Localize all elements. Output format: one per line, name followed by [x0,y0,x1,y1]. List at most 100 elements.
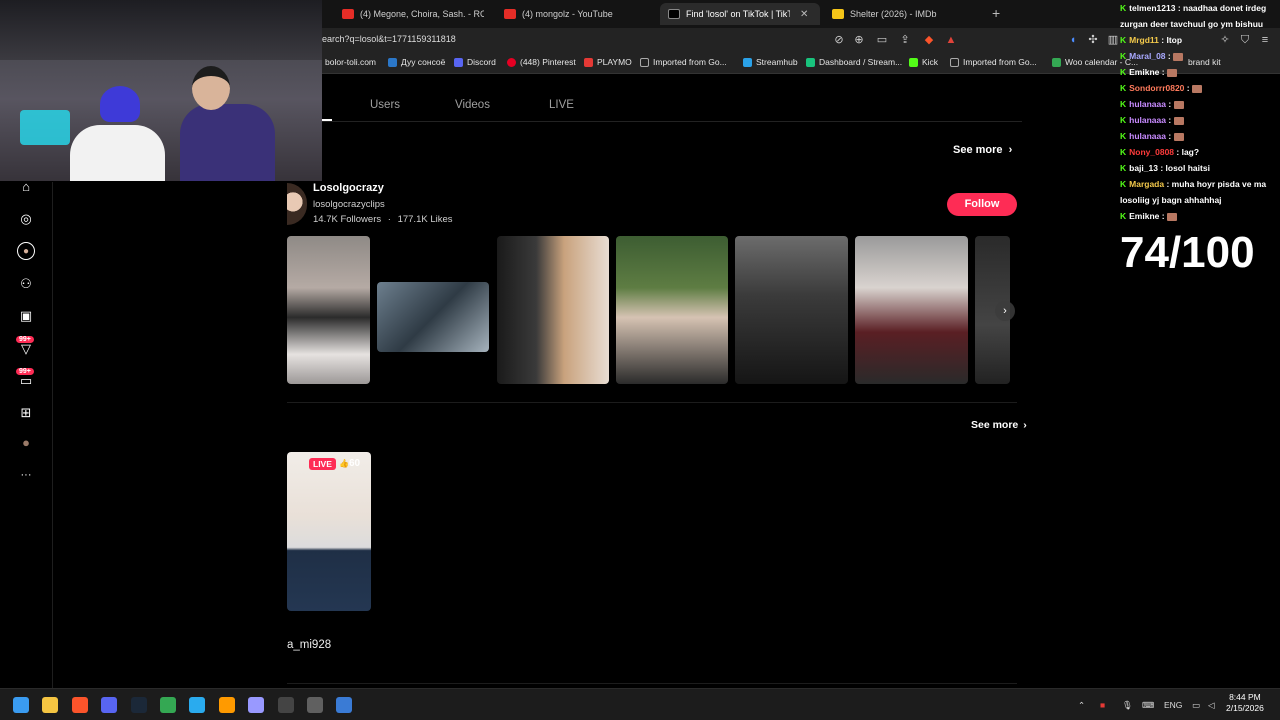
bookmark-folder[interactable]: Imported from Go... [640,57,727,67]
vpn-icon[interactable]: ◖ [1066,33,1080,47]
language-indicator[interactable]: ENG [1164,700,1182,710]
chat-username[interactable]: Emikne [1129,67,1159,77]
chat-text: naadhaa donet irdeg [1183,3,1267,13]
chat-username[interactable]: Maral_08 [1129,51,1165,61]
browser-tab[interactable]: Shelter (2026) - IMDb [824,3,974,25]
close-tab-icon[interactable]: ✕ [800,9,808,20]
chat-colon: : [1159,211,1167,221]
windows-start-icon[interactable] [13,697,29,713]
brave-shield-icon[interactable]: ◆ [922,33,936,47]
bookmark[interactable]: PLAYMO [584,57,632,67]
brave-icon[interactable] [71,697,88,713]
calculator-icon[interactable] [307,697,323,713]
cast-icon[interactable]: ▭ [875,33,889,47]
share-icon[interactable]: ⇪ [898,33,912,47]
discord-icon[interactable] [101,697,118,713]
tab-videos[interactable]: Videos [455,99,490,111]
url-field[interactable]: earch?q=losol&t=1771159311818 [322,34,456,44]
live-username[interactable]: a_mi928 [287,639,331,651]
chat-username[interactable]: Mrgd11 [1129,35,1159,45]
chat-username[interactable]: Margada [1129,179,1164,189]
video-thumbnail[interactable] [497,236,609,384]
bookmark[interactable]: Дуу сонсоё [388,57,445,67]
see-more-users-link[interactable]: See more › [953,144,1012,156]
video-thumbnail[interactable] [287,236,370,384]
browser-tab[interactable]: (4) Megone, Choira, Sash. - ROXT [334,3,484,25]
tray-app-icon[interactable]: ■ [1100,700,1105,710]
obs-icon[interactable] [277,697,294,713]
network-icon[interactable]: ▭ [1192,700,1200,711]
chrome-icon[interactable] [160,697,176,713]
likes-count: 177.1K Likes [397,214,453,225]
chat-colon: : [1184,83,1192,93]
bookmark[interactable]: Kick [909,57,938,67]
microphone-icon[interactable]: 🎙 [1122,700,1133,711]
tab-users[interactable]: Users [370,99,400,111]
video-thumbnail[interactable] [735,236,848,384]
chat-username[interactable]: telmen1213 [1129,3,1175,13]
keyboard-icon[interactable]: ⌨ [1142,700,1154,711]
chat-colon: : [1157,163,1166,173]
user-name[interactable]: Losolgocrazy [313,182,384,194]
bookmark[interactable]: Discord [454,57,496,67]
chat-colon: : [1174,147,1182,157]
live-icon[interactable]: ▣ [17,307,35,325]
explore-icon[interactable]: ◎ [17,210,35,228]
browser-tab[interactable]: (4) mongolz - YouTube [496,3,646,25]
tiktok-sidebar: ⌂ ◎ ● ⚇ ▣ ▽ 99+ ▭ 99+ ⊞ ● ··· [0,179,53,688]
chat-username[interactable]: hulanaaa [1129,99,1166,109]
bookmark[interactable]: (448) Pinterest [507,57,576,67]
streamhub-icon [743,57,752,67]
volume-icon[interactable]: ◁ [1208,700,1215,711]
sheets-icon [1052,57,1061,67]
bookmark-folder[interactable]: Imported from Go... [950,57,1037,67]
new-tab-button[interactable]: + [992,5,1000,21]
brave-rewards-icon[interactable]: ▲ [944,33,958,47]
chat-username[interactable]: hulanaaa [1129,131,1166,141]
translate-icon[interactable]: ⊘ [832,33,846,47]
profile-icon[interactable]: ● [17,434,35,452]
tab-label: (4) mongolz - YouTube [522,9,613,19]
video-thumbnail[interactable] [616,236,728,384]
bookmark[interactable]: Streamhub [743,57,798,67]
kick-badge-icon: K [1120,211,1127,221]
bookmark[interactable]: Dashboard / Stream... [806,57,902,67]
avatar[interactable] [287,183,307,225]
zoom-icon[interactable]: ⊕ [852,33,866,47]
chat-colon: : [1166,115,1174,125]
upload-icon[interactable]: ⊞ [17,404,35,422]
illustrator-icon[interactable] [218,697,235,713]
following-icon[interactable]: ● [17,242,35,260]
next-arrow-button[interactable]: › [995,301,1015,321]
friends-icon[interactable]: ⚇ [17,275,35,293]
telegram-icon[interactable] [189,697,206,713]
chat-username[interactable]: baji_13 [1129,163,1158,173]
bookmark[interactable]: bolor-toli.com [325,57,376,67]
see-more-live-link[interactable]: See more › [971,419,1027,431]
browser-tab-active[interactable]: Find 'losol' on TikTok | TikTok ✕ [660,3,820,25]
youtube-icon [504,9,516,19]
chat-username[interactable]: Emikne [1129,211,1159,221]
chat-username[interactable]: hulanaaa [1129,115,1166,125]
system-clock[interactable]: 8:44 PM 2/15/2026 [1226,692,1264,714]
video-thumbnail[interactable] [855,236,968,384]
tray-overflow-icon[interactable]: ⌃ [1078,700,1085,711]
premiere-icon[interactable] [248,697,265,713]
more-icon[interactable]: ··· [17,466,35,484]
app-icon[interactable] [336,697,353,713]
video-thumbnail[interactable] [377,282,489,352]
live-card-thumbnail[interactable] [287,452,371,611]
sidebar-icon[interactable]: ▥ [1106,33,1120,47]
chat-username[interactable]: Nony_0808 [1129,147,1174,157]
chat-message: Ktelmen1213 : naadhaa donet irdeg [1120,0,1280,16]
chat-username[interactable]: Sondorrr0820 [1129,83,1184,93]
chat-text: Itop [1166,35,1183,45]
steam-icon[interactable] [130,697,147,713]
follow-button[interactable]: Follow [947,193,1017,216]
extensions-icon[interactable]: ✣ [1086,33,1100,47]
kick-icon [909,57,918,67]
file-explorer-icon[interactable] [42,697,59,713]
tab-live[interactable]: LIVE [549,99,574,111]
discord-icon [454,57,463,67]
chat-text: zurgan deer tavchuul go ym bishuu [1120,19,1264,29]
